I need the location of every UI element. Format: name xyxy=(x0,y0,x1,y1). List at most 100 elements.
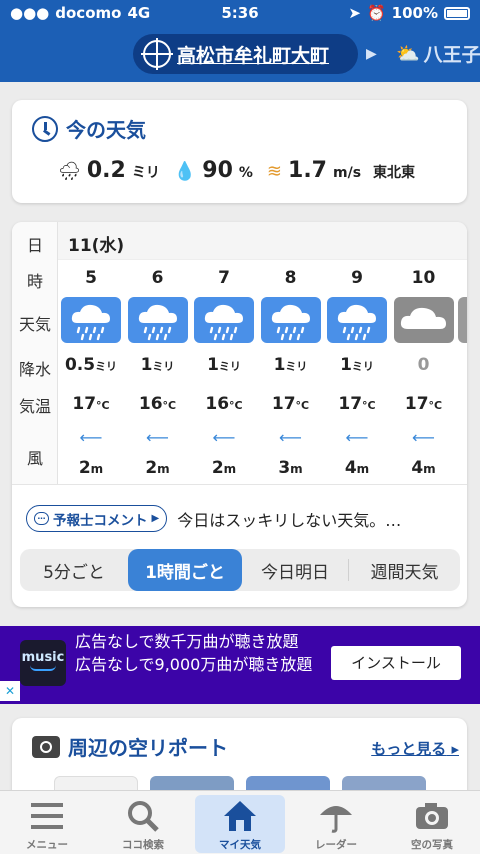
clock: 5:36 xyxy=(221,4,259,22)
wind-direction-arrow-icon: ⟵ xyxy=(279,428,302,447)
temperature-value: 16°C xyxy=(138,394,177,414)
hour-column: 8 1ミリ 17°C ⟵ 3m xyxy=(258,260,324,484)
tab-menu[interactable]: メニュー xyxy=(2,795,92,853)
tab-sky-photos-label: 空の写真 xyxy=(411,839,453,851)
location-bar: 高松市牟礼町大町 ▶ ⛅ 八王子 xyxy=(0,26,480,82)
bottom-tab-bar: メニュー ココ検索 マイ天気 レーダー 空の写真 xyxy=(0,790,480,854)
adchoices-icon[interactable]: ✕ xyxy=(0,681,20,701)
next-arrow-icon: ▶ xyxy=(366,46,377,62)
hour-column: 5 0.5ミリ 17°C ⟵ 2m xyxy=(58,260,124,484)
wind-speed-value: 2m xyxy=(145,458,170,478)
wind-value: 1.7 xyxy=(288,158,327,183)
hour-label: 10 xyxy=(411,268,436,288)
tab-sky-photos[interactable]: 空の写真 xyxy=(387,795,477,853)
tab-my-weather[interactable]: マイ天気 xyxy=(195,795,285,853)
label-day: 日 xyxy=(26,236,43,255)
see-more-label: もっと見る xyxy=(371,740,447,758)
tab-radar[interactable]: レーダー xyxy=(291,795,381,853)
label-hour: 時 xyxy=(26,272,43,291)
wind-direction-arrow-icon: ⟵ xyxy=(146,428,169,447)
tab-weekly[interactable]: 週間天気 xyxy=(349,549,460,591)
rain-cloud-icon xyxy=(127,297,188,343)
tab-menu-label: メニュー xyxy=(26,839,68,851)
cloud-icon xyxy=(393,297,454,343)
ad-logo-text: music xyxy=(21,650,65,665)
humidity-value: 90 xyxy=(202,158,233,183)
hour-label: 6 xyxy=(151,268,164,288)
camera-icon xyxy=(32,735,60,758)
tab-5min[interactable]: 5分ごと xyxy=(20,549,128,591)
rain-cloud-icon xyxy=(61,297,121,343)
signal-icon: ●●● xyxy=(10,4,50,22)
crosshair-icon xyxy=(141,38,173,70)
wind-speed-value: 2m xyxy=(78,458,104,478)
temperature-value: 17°C xyxy=(271,394,310,414)
forecast-tabs: 5分ごと 1時間ごと 今日明日 週間天気 xyxy=(20,549,460,591)
hamburger-icon xyxy=(31,803,63,829)
wind-unit: m/s xyxy=(333,165,362,181)
wind-speed-value: 2m xyxy=(211,458,237,478)
wind-speed-value: 4m xyxy=(344,458,370,478)
hour-label: 9 xyxy=(351,268,363,288)
partly-cloudy-icon: ⛅ xyxy=(396,43,420,65)
temperature-value: 17°C xyxy=(72,394,110,414)
label-wind: 風 xyxy=(26,449,43,468)
tab-hourly[interactable]: 1時間ごと xyxy=(128,549,242,591)
network-label: 4G xyxy=(127,4,151,22)
wind-direction: 東北東 xyxy=(373,165,416,181)
wind-icon: ≋ xyxy=(266,161,283,182)
tab-today-tomorrow[interactable]: 今日明日 xyxy=(242,549,348,591)
clock-icon xyxy=(32,115,58,142)
wind-direction-arrow-icon: ⟵ xyxy=(412,428,435,447)
row-labels: 日 時 天気 降水 気温 風 xyxy=(12,222,58,484)
forecaster-comment-button[interactable]: … 予報士コメント ▶ xyxy=(26,505,168,532)
tab-search[interactable]: ココ検索 xyxy=(98,795,188,853)
current-weather-card: 今の天気 🌧 0.2 ミリ 💧 90 % ≋ 1.7 m/s 東北東 xyxy=(12,100,467,203)
day-row: 11(水) xyxy=(58,222,467,260)
tab-my-weather-label: マイ天気 xyxy=(219,839,261,851)
chevron-right-icon: ▶ xyxy=(151,513,160,524)
precip-value: 0.2 xyxy=(86,158,126,183)
hour-column: 10 0 17°C ⟵ 4m xyxy=(391,260,457,484)
label-temp: 気温 xyxy=(18,397,51,416)
carrier-label: docomo xyxy=(55,4,122,22)
humidity-unit: % xyxy=(238,165,253,181)
wind-speed-value: 4m xyxy=(411,458,436,478)
battery-percent: 100% xyxy=(391,4,438,22)
rain-cloud-icon xyxy=(194,297,254,343)
humidity-drop-icon: 💧 xyxy=(173,161,197,182)
day-label: 11(水) xyxy=(68,236,125,256)
current-location-name: 高松市牟礼町大町 xyxy=(177,44,330,67)
status-bar: ●●● docomo 4G 5:36 ➤ ⏰ 100% xyxy=(0,0,480,26)
location-arrow-icon: ➤ xyxy=(348,4,361,22)
wind-speed-value: 3m xyxy=(278,458,303,478)
precip-value: 0.5ミリ xyxy=(64,355,118,375)
hourly-forecast-card: 日 時 天気 降水 気温 風 11(水) 5 0.5ミリ 17°C ⟵ 2m 6 1ミリ 16… xyxy=(12,222,467,607)
wind-direction-arrow-icon: ⟵ xyxy=(345,428,369,447)
search-icon xyxy=(128,801,159,832)
rain-cloud-icon xyxy=(327,297,387,343)
sky-report-title: 周辺の空リポート xyxy=(68,736,228,760)
tab-radar-label: レーダー xyxy=(315,839,357,851)
see-more-link[interactable]: もっと見る ▸ xyxy=(371,738,459,759)
ad-banner[interactable]: music 広告なしで数千万曲が聴き放題 広告なしで9,000万曲が聴き放題 イ… xyxy=(0,626,480,704)
rain-icon: 🌧 xyxy=(58,161,81,182)
hour-label: 8 xyxy=(284,268,297,288)
smile-icon xyxy=(30,665,56,671)
ad-text: 広告なしで数千万曲が聴き放題 広告なしで9,000万曲が聴き放題 xyxy=(75,632,313,674)
forecaster-comment-text[interactable]: 今日はスッキリしない天気。… xyxy=(177,507,401,531)
install-button[interactable]: インストール xyxy=(331,646,461,680)
hour-column: 7 1ミリ 16°C ⟵ 2m xyxy=(191,260,257,484)
label-precip: 降水 xyxy=(18,360,51,379)
next-location-button[interactable]: ⛅ 八王子 xyxy=(396,40,480,67)
current-location-button[interactable]: 高松市牟礼町大町 xyxy=(133,34,358,74)
hour-label: 5 xyxy=(85,268,97,288)
tab-search-label: ココ検索 xyxy=(122,839,164,851)
hour-label: 7 xyxy=(218,268,230,288)
forecaster-comment-label: 予報士コメント xyxy=(53,512,148,529)
label-weather: 天気 xyxy=(18,315,51,334)
temperature-value: 17°C xyxy=(338,394,376,414)
divider xyxy=(12,484,467,485)
temperature-value: 17°C xyxy=(404,394,443,414)
battery-icon xyxy=(444,6,470,20)
